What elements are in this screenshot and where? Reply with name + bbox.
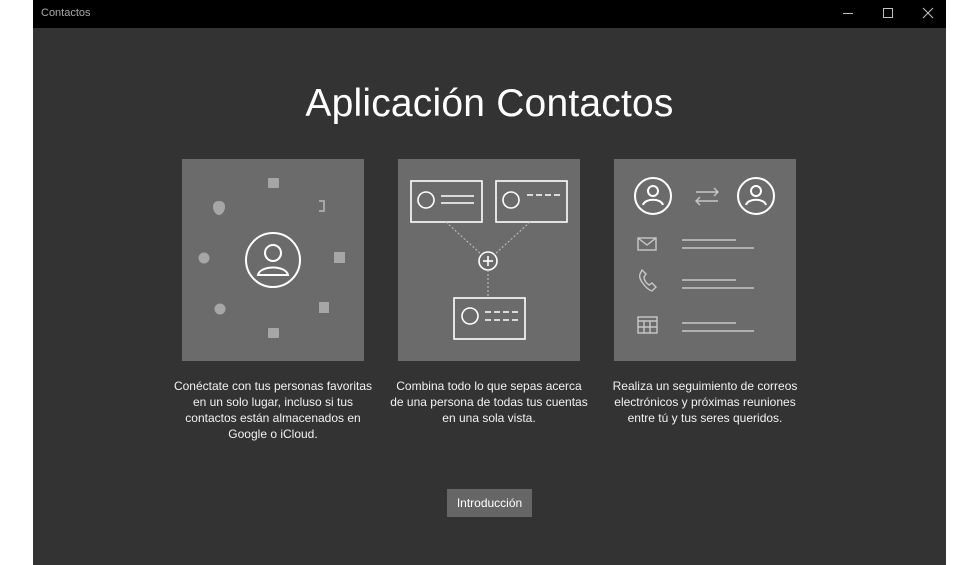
- maximize-button[interactable]: [869, 0, 907, 28]
- close-button[interactable]: [909, 0, 947, 28]
- maximize-icon: [883, 8, 893, 18]
- feature-description-merge: Combina todo lo que sepas acerca de una …: [390, 379, 588, 425]
- account-sync-icon: [198, 178, 345, 338]
- close-icon: [922, 7, 934, 19]
- app-window: Contactos Aplicación Contactos Conéctate…: [33, 0, 946, 565]
- title-bar[interactable]: Contactos: [33, 0, 946, 28]
- activity-tracking-icon: [634, 177, 775, 334]
- window-title: Contactos: [41, 7, 91, 19]
- feature-description-tracking: Realiza un seguimiento de correos electr…: [612, 379, 798, 425]
- minimize-icon: [843, 13, 853, 14]
- page-title: Aplicación Contactos: [305, 82, 674, 125]
- feature-card-merge: [398, 159, 580, 361]
- feature-card-accounts: [182, 159, 364, 361]
- introduction-button[interactable]: Introducción: [447, 489, 532, 517]
- feature-card-tracking: [614, 159, 796, 361]
- minimize-button[interactable]: [829, 0, 867, 28]
- merge-contacts-icon: [410, 180, 568, 340]
- feature-description-accounts: Conéctate con tus personas favoritas en …: [173, 379, 373, 441]
